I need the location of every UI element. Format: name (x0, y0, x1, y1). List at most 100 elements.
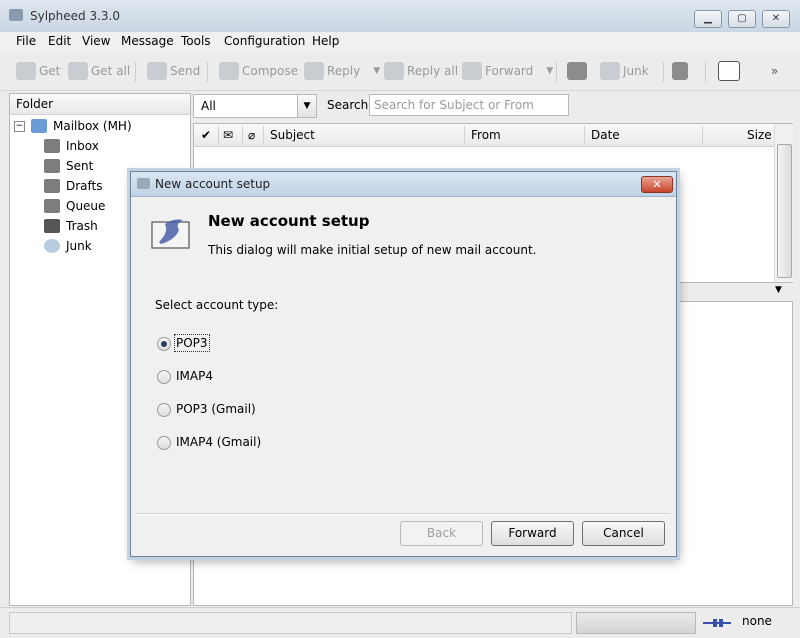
search-button[interactable] (718, 60, 740, 82)
column-separator (584, 126, 585, 144)
collapse-icon[interactable]: − (14, 120, 25, 132)
back-button[interactable]: Back (400, 521, 483, 546)
dialog-title-bar: New account setup ✕ (131, 172, 676, 197)
folder-header-label: Folder (16, 97, 54, 111)
account-type-label: Select account type: (155, 298, 279, 312)
radio-imap4[interactable] (157, 370, 171, 384)
send-button[interactable]: Send (147, 60, 200, 82)
folder-item-drafts[interactable]: Drafts (44, 176, 103, 196)
get-all-button[interactable]: Get all (68, 60, 130, 82)
folder-item-sent[interactable]: Sent (44, 156, 93, 176)
search-input[interactable]: Search for Subject or From (369, 94, 569, 116)
folder-label: Queue (66, 199, 106, 213)
reply-icon (304, 62, 324, 80)
cancel-button[interactable]: Cancel (582, 521, 665, 546)
menu-configuration[interactable]: Configuration (224, 34, 305, 48)
send-label: Send (170, 64, 201, 78)
reply-label: Reply (327, 64, 361, 78)
menu-file[interactable]: File (16, 34, 36, 48)
reply-all-label: Reply all (407, 64, 459, 78)
toolbar-separator (705, 62, 706, 82)
network-status: none (742, 614, 772, 628)
filter-value: All (201, 99, 216, 113)
forward-dropdown-icon[interactable]: ▼ (546, 60, 553, 82)
folder-item-mailbox[interactable]: − Mailbox (MH) (14, 116, 132, 136)
dropdown-arrow-icon[interactable]: ▼ (297, 95, 316, 117)
column-date[interactable]: Date (591, 128, 620, 142)
column-size[interactable]: Size (747, 128, 772, 142)
folder-item-junk[interactable]: Junk (44, 236, 92, 256)
folder-label: Junk (66, 239, 92, 253)
get-label: Get (39, 64, 61, 78)
reply-all-button[interactable]: Reply all (384, 60, 458, 82)
column-from[interactable]: From (471, 128, 501, 142)
compose-icon (219, 62, 239, 80)
new-account-dialog: New account setup ✕ New account setup Th… (130, 171, 677, 557)
folder-label: Inbox (66, 139, 99, 153)
radio-pop3[interactable] (157, 337, 171, 351)
maximize-button[interactable]: ▢ (728, 10, 756, 28)
menu-view[interactable]: View (82, 34, 110, 48)
menu-message[interactable]: Message (121, 34, 174, 48)
column-separator (263, 126, 264, 144)
message-list-scrollbar[interactable] (774, 124, 793, 282)
folder-item-queue[interactable]: Queue (44, 196, 105, 216)
radio-pop3-gmail-label[interactable]: POP3 (Gmail) (176, 402, 256, 416)
trash-icon (44, 219, 60, 233)
menu-tools[interactable]: Tools (181, 34, 211, 48)
forward-button[interactable]: Forward ▼ (462, 60, 553, 82)
forward-icon (462, 62, 482, 80)
account-setup-icon (151, 219, 190, 249)
unread-column-icon[interactable]: ✉ (223, 128, 233, 142)
radio-imap4-gmail-label[interactable]: IMAP4 (Gmail) (176, 435, 261, 449)
queue-icon (44, 199, 60, 213)
trash-icon (567, 62, 587, 80)
filter-select[interactable]: All ▼ (193, 94, 317, 118)
folder-label: Drafts (66, 179, 103, 193)
compose-button[interactable]: Compose (219, 60, 298, 82)
get-button[interactable]: Get (16, 60, 60, 82)
get-all-label: Get all (91, 64, 131, 78)
menu-help[interactable]: Help (312, 34, 339, 48)
dialog-heading: New account setup (208, 212, 370, 230)
drafts-icon (44, 179, 60, 193)
toolbar-overflow-button[interactable]: » (771, 60, 778, 82)
network-plug-icon[interactable] (703, 619, 731, 627)
get-mail-icon (16, 62, 36, 80)
dialog-app-icon (137, 178, 150, 189)
inbox-icon (44, 139, 60, 153)
column-subject[interactable]: Subject (270, 128, 315, 142)
message-list-header: ✔ ✉ ⌀ Subject From Date Size (194, 124, 774, 147)
scrollbar-thumb[interactable] (777, 144, 792, 278)
menu-edit[interactable]: Edit (48, 34, 71, 48)
dialog-close-button[interactable]: ✕ (641, 176, 673, 193)
sent-icon (44, 159, 60, 173)
reply-dropdown-icon[interactable]: ▼ (373, 60, 380, 82)
app-icon (9, 9, 23, 21)
expand-arrow-icon[interactable]: ▼ (775, 285, 782, 295)
folder-header[interactable]: Folder (10, 94, 190, 115)
attachment-column-icon[interactable]: ⌀ (248, 128, 255, 142)
junk-button[interactable]: Junk (600, 60, 649, 82)
dialog-title: New account setup (155, 177, 271, 191)
reply-button[interactable]: Reply ▼ (304, 60, 380, 82)
status-bar: none (0, 607, 800, 638)
radio-imap4-gmail[interactable] (157, 436, 171, 450)
filter-bar: All ▼ Search: Search for Subject or From (193, 93, 793, 119)
window-title: Sylpheed 3.3.0 (30, 9, 121, 23)
radio-pop3-label[interactable]: POP3 (174, 334, 210, 352)
delete-button[interactable] (567, 60, 587, 82)
mark-column-icon[interactable]: ✔ (201, 128, 211, 142)
folder-item-trash[interactable]: Trash (44, 216, 98, 236)
compose-label: Compose (242, 64, 299, 78)
radio-pop3-gmail[interactable] (157, 403, 171, 417)
minimize-button[interactable]: ▁ (694, 10, 722, 28)
close-window-button[interactable]: ✕ (762, 10, 790, 28)
folder-item-inbox[interactable]: Inbox (44, 136, 99, 156)
radio-imap4-label[interactable]: IMAP4 (176, 369, 213, 383)
forward-button[interactable]: Forward (491, 521, 574, 546)
next-button[interactable] (672, 60, 688, 82)
toolbar: Get Get all Send Compose Reply ▼ Reply al… (0, 52, 800, 91)
progress-bar (576, 612, 696, 634)
toolbar-separator (556, 62, 557, 82)
